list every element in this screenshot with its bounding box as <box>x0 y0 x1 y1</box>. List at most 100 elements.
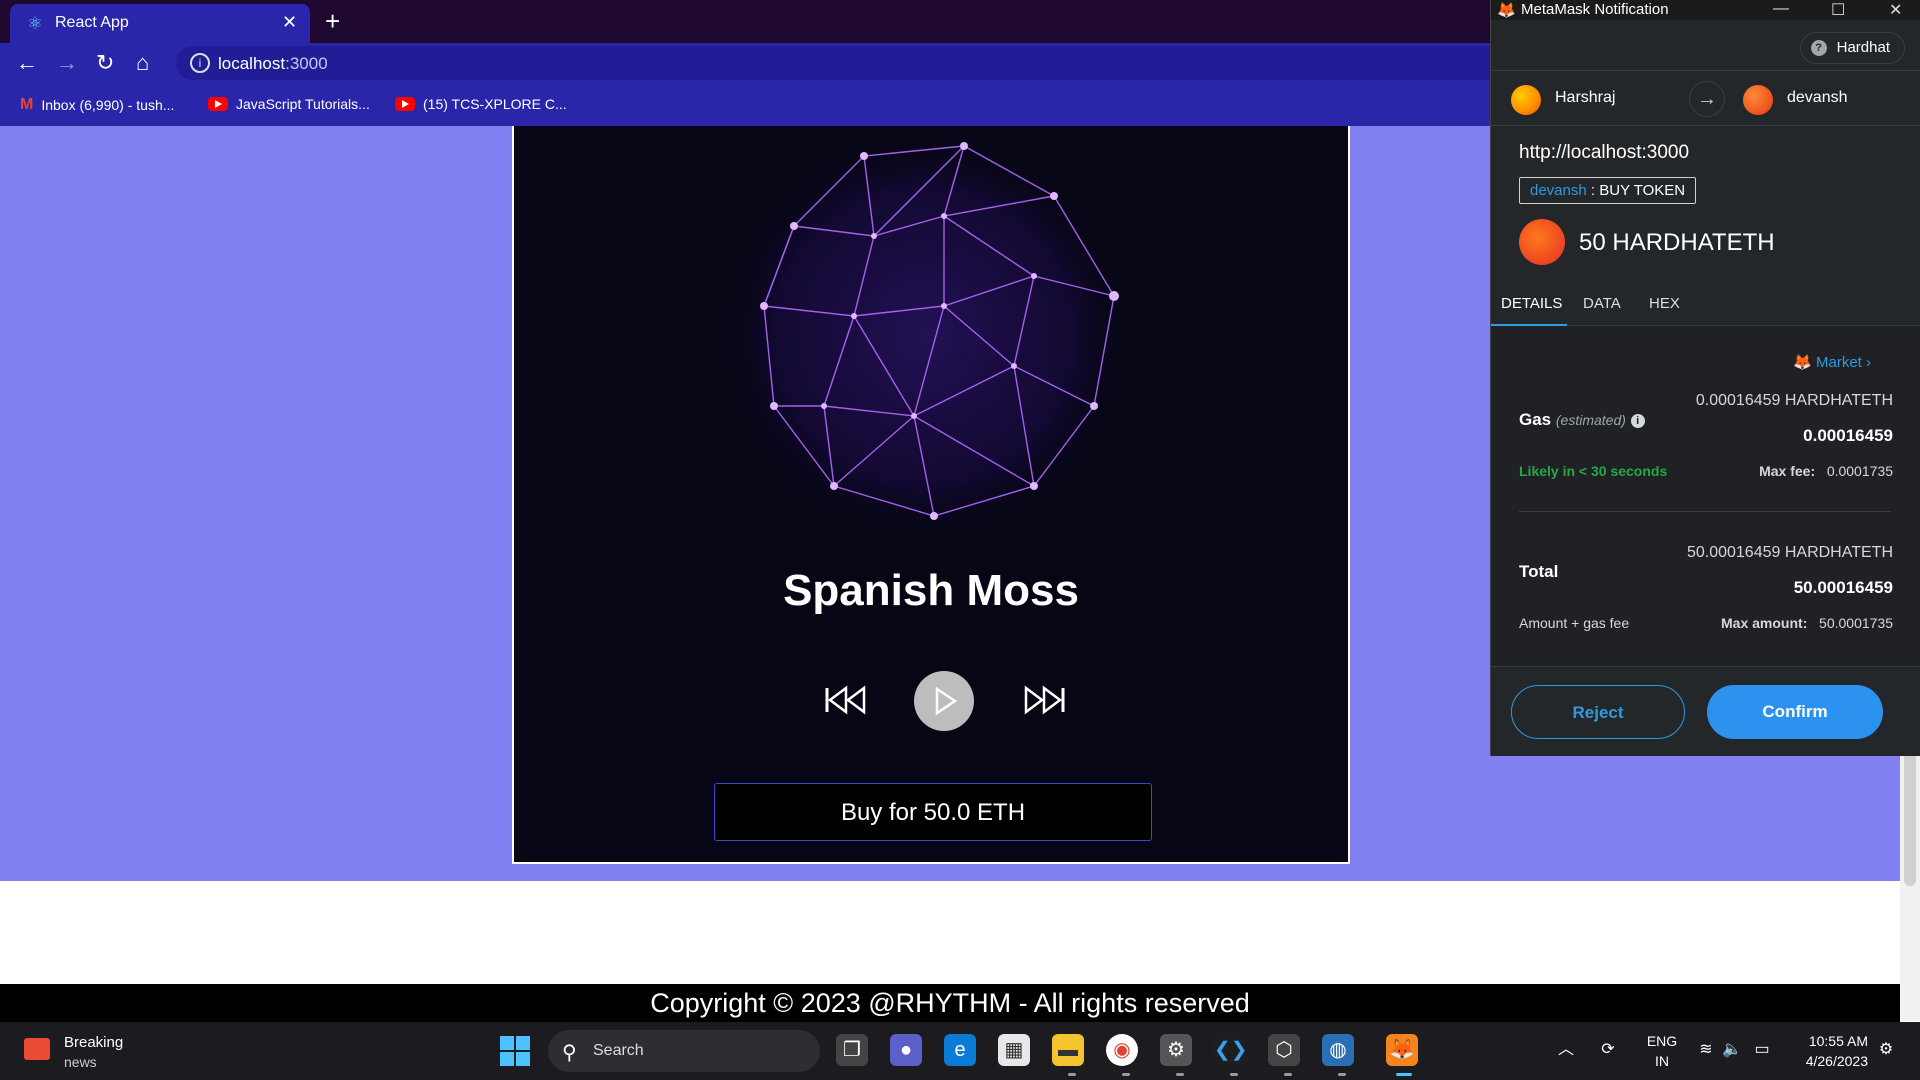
amount-gas-label: Amount + gas fee <box>1519 615 1630 631</box>
previous-track-icon[interactable] <box>824 685 868 715</box>
next-track-icon[interactable] <box>1022 685 1066 715</box>
chevron-up-icon[interactable]: ︿ <box>1554 1034 1578 1066</box>
home-icon[interactable]: ⌂ <box>136 51 149 75</box>
minimize-icon[interactable]: — <box>1773 0 1789 18</box>
address-bar[interactable]: i localhost:3000 <box>176 46 1490 80</box>
url-port: :3000 <box>285 54 328 73</box>
bookmark-tcs-xplore[interactable]: (15) TCS-XPLORE C... <box>395 96 567 112</box>
play-icon <box>935 686 958 716</box>
maximize-icon[interactable]: ☐ <box>1831 0 1845 20</box>
bookmark-javascript-tutorials[interactable]: JavaScript Tutorials... <box>208 96 370 112</box>
divider <box>1519 511 1891 512</box>
tab-details[interactable]: DETAILS <box>1501 295 1562 312</box>
metamask-titlebar: 🦊 MetaMask Notification — ☐ ✕ <box>1491 0 1920 20</box>
battery-icon[interactable]: ▭ <box>1750 1034 1774 1066</box>
play-button[interactable] <box>914 671 974 731</box>
youtube-icon <box>395 97 415 111</box>
total-value: 50.00016459 <box>1793 578 1893 597</box>
vscode-icon[interactable]: ❮❯ <box>1214 1034 1248 1066</box>
buy-button[interactable]: Buy for 50.0 ETH <box>714 783 1152 841</box>
gas-label-text: Gas <box>1519 410 1552 429</box>
forward-icon[interactable]: → <box>56 51 78 75</box>
confirmation-actions: Reject Confirm <box>1491 666 1920 757</box>
close-tab-icon[interactable]: ✕ <box>282 12 297 33</box>
unity-icon[interactable]: ⬡ <box>1268 1034 1300 1066</box>
from-account-name: Harshraj <box>1555 89 1616 106</box>
notifications-icon[interactable]: ⚙ <box>1874 1034 1898 1066</box>
token-avatar-icon <box>1519 219 1565 265</box>
playback-controls <box>514 671 1348 731</box>
page-spacer <box>0 881 1900 984</box>
confirm-button[interactable]: Confirm <box>1707 685 1883 739</box>
info-icon[interactable]: i <box>1630 414 1645 428</box>
running-indicator <box>1284 1073 1292 1076</box>
network-selector[interactable]: ? Hardhat <box>1799 32 1905 64</box>
new-tab-icon[interactable]: + <box>325 6 340 37</box>
bookmark-label: Inbox (6,990) - tush... <box>41 97 175 113</box>
task-view-icon[interactable]: ❐ <box>836 1034 868 1066</box>
taskbar-search[interactable]: ⚲ Search <box>548 1030 820 1072</box>
close-window-icon[interactable]: ✕ <box>1889 0 1902 20</box>
gas-market-link[interactable]: 🦊 Market › <box>1793 353 1871 371</box>
start-button[interactable] <box>500 1036 530 1066</box>
chevron-right-icon: › <box>1866 354 1871 371</box>
page-footer: Copyright © 2023 @RHYTHM - All rights re… <box>0 984 1900 1022</box>
search-icon: ⚲ <box>562 1042 577 1064</box>
bookmark-label: JavaScript Tutorials... <box>236 96 370 112</box>
store-icon[interactable]: ▦ <box>998 1034 1030 1066</box>
reload-icon[interactable]: ↻ <box>96 51 114 75</box>
edge-icon[interactable]: e <box>944 1034 976 1066</box>
fox-market-icon: 🦊 <box>1793 354 1812 371</box>
settings-icon[interactable]: ⚙ <box>1160 1034 1192 1066</box>
from-account-avatar <box>1511 85 1541 115</box>
max-fee-label: Max fee: <box>1759 463 1816 479</box>
browser-toolbar: ← → ↻ ⌂ i localhost:3000 <box>0 43 1490 83</box>
network-name: Hardhat <box>1836 39 1890 56</box>
bookmark-label: (15) TCS-XPLORE C... <box>423 96 567 112</box>
clock-date: 4/26/2023 <box>1805 1053 1868 1069</box>
bookmark-gmail[interactable]: M Inbox (6,990) - tush... <box>20 96 174 114</box>
arrow-right-icon: → <box>1689 81 1725 117</box>
to-account-avatar <box>1743 85 1773 115</box>
lang-line2: IN <box>1655 1053 1669 1069</box>
browser-tab[interactable]: ⚛ React App ✕ <box>10 4 310 43</box>
album-art-orb <box>714 126 1134 526</box>
lang-line1: ENG <box>1646 1033 1678 1049</box>
metamask-window: 🦊 MetaMask Notification — ☐ ✕ ? Hardhat … <box>1490 0 1920 756</box>
volume-icon[interactable]: 🔈 <box>1720 1034 1744 1066</box>
request-origin: http://localhost:3000 <box>1519 142 1690 163</box>
react-icon: ⚛ <box>27 14 43 33</box>
market-label: Market <box>1815 354 1862 371</box>
language-indicator[interactable]: ENG IN <box>1644 1031 1680 1071</box>
reject-button[interactable]: Reject <box>1511 685 1685 739</box>
max-amount: Max amount: 50.0001735 <box>1721 615 1893 631</box>
system-clock[interactable]: 10:55 AM 4/26/2023 <box>1798 1031 1868 1071</box>
method-badge: devansh : BUY TOKEN <box>1519 177 1697 204</box>
wifi-icon[interactable]: ≋ <box>1694 1034 1718 1066</box>
sync-icon[interactable]: ⟳ <box>1596 1034 1620 1066</box>
bookmarks-bar: M Inbox (6,990) - tush... JavaScript Tut… <box>0 83 1490 126</box>
file-explorer-icon[interactable]: ▬ <box>1052 1034 1084 1066</box>
metamask-fox-icon: 🦊 <box>1497 2 1516 19</box>
method-separator: : <box>1586 182 1600 199</box>
windows-logo-tile <box>516 1052 530 1066</box>
tab-hex[interactable]: HEX <box>1649 295 1680 312</box>
amount-value: 50 HARDHATETH <box>1579 229 1775 256</box>
site-info-icon[interactable]: i <box>190 53 210 73</box>
back-icon[interactable]: ← <box>16 51 38 75</box>
earth-icon[interactable]: ◍ <box>1322 1034 1354 1066</box>
transaction-details: 🦊 Market › 0.00016459 HARDHATETH Gas (es… <box>1491 326 1920 666</box>
max-fee-value: 0.0001735 <box>1826 463 1893 479</box>
detail-tabs: DETAILS DATA HEX <box>1491 283 1920 326</box>
windows-logo-tile <box>500 1036 514 1050</box>
news-icon <box>24 1038 50 1060</box>
chrome-icon[interactable]: ◉ <box>1106 1034 1138 1066</box>
running-indicator <box>1230 1073 1238 1076</box>
teams-chat-icon[interactable]: ● <box>890 1034 922 1066</box>
running-indicator <box>1068 1073 1076 1076</box>
total-value-full: 50.00016459 HARDHATETH <box>1686 544 1893 561</box>
tab-data[interactable]: DATA <box>1583 295 1621 312</box>
metamask-window-title: MetaMask Notification <box>1521 1 1669 18</box>
metamask-taskbar-icon[interactable]: 🦊 <box>1386 1034 1418 1066</box>
url-host: localhost <box>218 54 286 73</box>
